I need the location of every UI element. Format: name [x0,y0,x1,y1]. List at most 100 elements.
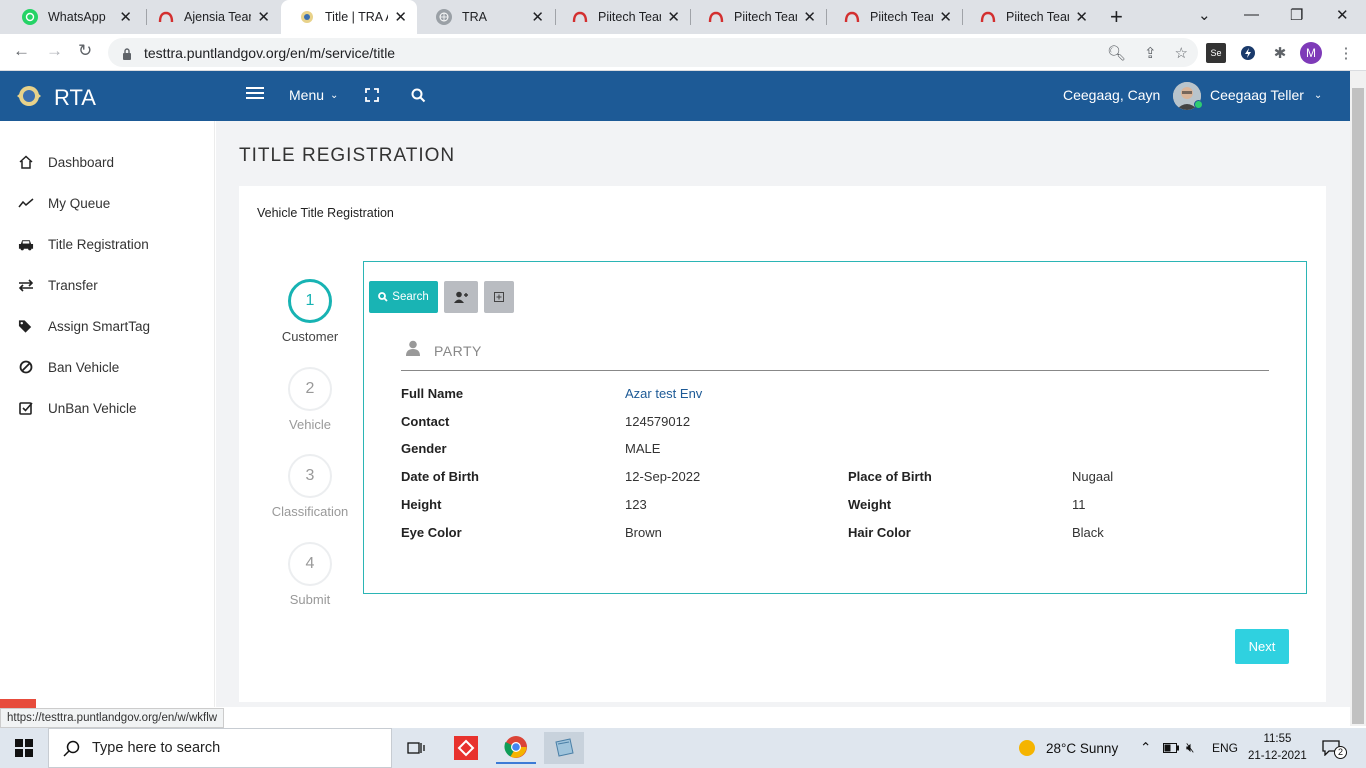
hamburger-icon[interactable] [246,85,264,101]
search-button[interactable]: Search [369,281,438,313]
tab-title: Piitech Teams [598,10,661,24]
sidebar-item-assign-smarttag[interactable]: Assign SmartTag [18,318,150,334]
speaker-muted-icon[interactable]: 🔇︎ [1186,728,1195,768]
share-icon[interactable]: ⇪ [1144,44,1157,62]
fullscreen-icon[interactable] [365,88,379,102]
step-customer[interactable]: 1 Customer [260,279,360,344]
sidebar-item-my-queue[interactable]: My Queue [18,195,110,211]
notification-center-icon[interactable]: 2 [1322,728,1347,768]
add-user-button[interactable] [444,281,478,313]
weight-label: Weight [848,497,892,512]
restore-icon[interactable]: ❐ [1290,6,1303,24]
close-icon[interactable]: ✕ [803,8,816,26]
clock-date: 21-12-2021 [1248,750,1307,762]
role-label: Ceegaag Teller [1210,87,1304,103]
window-close-icon[interactable]: ✕ [1336,6,1349,24]
vertical-scrollbar[interactable] [1350,71,1366,726]
expand-button[interactable] [484,281,514,313]
tab-whatsapp[interactable]: WhatsApp ✕ [4,0,142,34]
step-number: 4 [288,542,332,586]
user-plus-icon [454,291,468,303]
taskbar-search-box[interactable]: Type here to search [48,728,392,768]
step-classification[interactable]: 3 Classification [260,454,360,519]
eye-color-value: Brown [625,525,662,540]
chevron-down-icon: ⌄ [1313,89,1323,101]
tab-title: TRA [462,10,487,24]
zoom-icon[interactable]: 🔍︎ [1107,44,1126,62]
tab-piitech-teams-4[interactable]: Piitech Teams ✕ [962,0,1098,34]
card-title: Vehicle Title Registration [257,206,394,220]
new-tab-icon[interactable]: + [1110,4,1123,30]
sidebar-item-ban-vehicle[interactable]: Ban Vehicle [18,359,119,375]
menu-label: Menu [289,87,325,103]
clock[interactable]: 11:55 21-12-2021 [1248,728,1307,768]
close-icon[interactable]: ✕ [257,8,270,26]
windows-taskbar: Type here to search 28°C Sunny ⌃ 🔇︎ ENG … [0,728,1366,768]
tab-ajensia-teams[interactable]: Ajensia Teams ✕ [140,0,280,34]
close-icon[interactable]: ✕ [939,8,952,26]
battery-icon[interactable] [1163,728,1179,768]
back-icon[interactable]: ← [13,41,30,61]
sidebar-item-title-registration[interactable]: Title Registration [18,236,149,252]
step-number: 3 [288,454,332,498]
extensions-puzzle-icon[interactable]: ✱ [1270,43,1290,63]
notes-app-icon[interactable] [544,732,584,764]
tab-tra[interactable]: TRA ✕ [418,0,554,34]
close-icon[interactable]: ✕ [667,8,680,26]
pob-label: Place of Birth [848,469,932,484]
sidebar-item-label: UnBan Vehicle [48,400,137,416]
language-indicator[interactable]: ENG [1212,728,1238,768]
forward-icon[interactable]: → [46,41,63,61]
plus-square-icon [494,292,504,302]
profile-avatar[interactable]: M [1300,42,1322,64]
car-icon [18,236,34,252]
teams-red-icon [980,9,996,25]
step-submit[interactable]: 4 Submit [260,542,360,607]
extension-bolt-icon[interactable] [1238,43,1258,63]
anydesk-app-icon[interactable] [446,732,486,764]
minimize-icon[interactable]: — [1244,6,1259,23]
close-icon[interactable]: ✕ [1075,8,1088,26]
contact-value: 124579012 [625,414,691,429]
pob-value: Nugaal [1072,469,1114,484]
windows-start-icon[interactable] [4,732,44,764]
contact-label: Contact [401,414,450,429]
tab-search-chevron-icon[interactable]: ⌄ [1198,6,1211,24]
reload-icon[interactable]: ↻ [78,41,92,61]
close-icon[interactable]: ✕ [119,8,132,26]
step-vehicle[interactable]: 2 Vehicle [260,367,360,432]
teams-red-icon [158,9,174,25]
lock-icon [122,47,132,60]
sidebar-item-dashboard[interactable]: Dashboard [18,154,114,170]
role-dropdown[interactable]: Ceegaag Teller ⌄ [1210,87,1322,103]
notification-widget[interactable] [0,699,36,708]
tab-piitech-teams-2[interactable]: Piitech Teams ✕ [690,0,826,34]
close-icon[interactable]: ✕ [531,8,544,26]
tab-piitech-teams-1[interactable]: Piitech Teams ✕ [554,0,690,34]
next-button[interactable]: Next [1235,629,1289,664]
tab-piitech-teams-3[interactable]: Piitech Teams ✕ [826,0,962,34]
close-icon[interactable]: ✕ [394,8,407,26]
task-view-icon[interactable] [396,732,436,764]
scrollbar-thumb[interactable] [1352,88,1364,724]
link-status-url: https://testtra.puntlandgov.org/en/w/wkf… [0,708,225,728]
chrome-app-icon[interactable] [496,732,536,764]
step-number: 2 [288,367,332,411]
sidebar-item-unban-vehicle[interactable]: UnBan Vehicle [18,400,137,416]
selenium-ext-icon[interactable]: Se [1206,43,1226,63]
step-label: Submit [289,592,331,607]
brand-name: RTA [54,85,96,110]
tab-title-tra[interactable]: Title | TRA Ap ✕ [281,0,417,34]
sidebar-item-transfer[interactable]: Transfer [18,277,98,293]
tab-title: WhatsApp [48,10,106,24]
bookmark-star-icon[interactable]: ☆ [1175,44,1188,62]
search-icon[interactable] [411,88,426,103]
user-name: Ceegaag, Cayn [1063,87,1161,103]
menu-dropdown[interactable]: Menu ⌄ [289,87,338,103]
globe-icon [436,9,452,25]
address-bar[interactable]: testtra.puntlandgov.org/en/m/service/tit… [108,38,1198,67]
weather-widget[interactable]: 28°C Sunny [1018,728,1118,768]
more-menu-icon[interactable]: ⋮ [1336,43,1356,63]
weather-text: 28°C Sunny [1046,740,1119,756]
chevron-up-icon[interactable]: ⌃ [1140,728,1151,768]
